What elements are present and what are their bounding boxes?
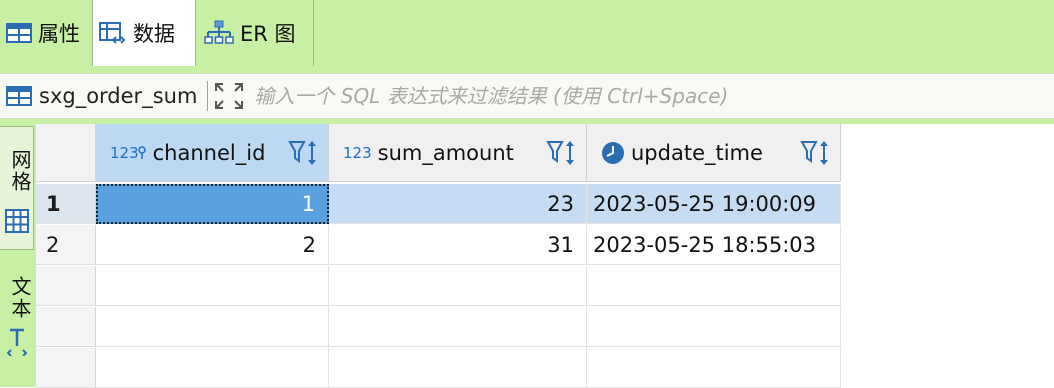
text-view-label: 文本 xyxy=(8,276,32,320)
table-row[interactable]: 2 2 31 2023-05-25 18:55:03 xyxy=(36,225,1054,265)
tab-er-diagram[interactable]: ER 图 xyxy=(198,0,314,66)
numeric-type-label: 123 xyxy=(343,143,372,162)
empty-cell xyxy=(329,348,587,388)
er-diagram-icon xyxy=(204,20,234,44)
cell-sum-amount[interactable]: 31 xyxy=(329,225,587,265)
column-filter-sort-control[interactable] xyxy=(800,139,830,167)
empty-row-number xyxy=(36,348,96,388)
text-format-icon xyxy=(7,328,27,356)
empty-row xyxy=(36,348,1054,388)
tab-data-label: 数据 xyxy=(133,22,175,46)
empty-cell xyxy=(329,266,587,306)
sql-filter-input[interactable] xyxy=(254,84,975,108)
grid-icon xyxy=(5,209,29,233)
results-grid: 123 channel_id 123 sum_amount update_tim… xyxy=(36,124,1054,388)
filter-box: sxg_order_sum xyxy=(0,73,1054,119)
table-row[interactable]: 1 1 23 2023-05-25 19:00:09 xyxy=(36,184,1054,224)
clock-icon-graphic xyxy=(602,141,624,164)
column-name: sum_amount xyxy=(377,140,514,165)
table-name: sxg_order_sum xyxy=(39,84,198,108)
text-view-tab[interactable]: 文本 xyxy=(0,264,34,387)
cell-update-time[interactable]: 2023-05-25 18:55:03 xyxy=(587,225,841,265)
clock-icon xyxy=(601,141,625,165)
view-mode-panel: 网格 文本 xyxy=(0,124,36,387)
empty-cell xyxy=(96,307,329,347)
empty-row-number xyxy=(36,266,96,306)
column-filter-sort-control[interactable] xyxy=(546,139,576,167)
numeric-key-icon: 123 xyxy=(110,144,147,162)
grid-view-tab[interactable]: 网格 xyxy=(0,126,34,250)
editor-tab-bar: 属性 数据 ER 图 xyxy=(0,0,1054,66)
column-name: channel_id xyxy=(152,140,266,165)
column-header-update-time[interactable]: update_time xyxy=(587,124,841,182)
cell-sum-amount[interactable]: 23 xyxy=(329,184,587,224)
empty-cell xyxy=(96,266,329,306)
row-number[interactable]: 1 xyxy=(36,184,96,224)
tab-properties[interactable]: 属性 xyxy=(0,0,91,66)
cell-update-time[interactable]: 2023-05-25 19:00:09 xyxy=(587,184,841,224)
empty-cell xyxy=(587,307,841,347)
empty-row xyxy=(36,307,1054,347)
data-grid-icon xyxy=(99,22,126,44)
numeric-type-icon: 123 xyxy=(343,144,372,162)
empty-cell xyxy=(96,348,329,388)
grid-view-label: 网格 xyxy=(8,149,32,193)
table-icon xyxy=(6,86,32,106)
filter-toolbar: sxg_order_sum xyxy=(0,66,1054,124)
tab-er-diagram-label: ER 图 xyxy=(240,22,296,46)
key-icon xyxy=(137,145,146,159)
empty-cell xyxy=(587,266,841,306)
table-selector[interactable]: sxg_order_sum xyxy=(0,84,197,108)
row-number[interactable]: 2 xyxy=(36,225,96,265)
column-filter-sort-control[interactable] xyxy=(288,139,318,167)
row-number-header[interactable] xyxy=(36,124,96,182)
tab-data[interactable]: 数据 xyxy=(92,0,196,66)
numeric-type-label: 123 xyxy=(110,143,139,162)
filter-sort-icon xyxy=(288,140,316,165)
empty-row-number xyxy=(36,307,96,347)
column-header-sum-amount[interactable]: 123 sum_amount xyxy=(329,124,587,182)
column-name: update_time xyxy=(631,140,763,165)
filter-sort-icon xyxy=(546,140,574,165)
toolbar-divider xyxy=(207,81,209,111)
cell-channel-id[interactable]: 1 xyxy=(96,184,329,224)
expand-icon[interactable] xyxy=(214,82,244,110)
empty-cell xyxy=(329,307,587,347)
empty-cell xyxy=(587,348,841,388)
empty-row xyxy=(36,266,1054,306)
cell-channel-id[interactable]: 2 xyxy=(96,225,329,265)
filter-sort-icon xyxy=(800,140,828,165)
tab-properties-label: 属性 xyxy=(38,22,80,46)
table-icon xyxy=(6,23,32,43)
column-header-channel-id[interactable]: 123 channel_id xyxy=(96,124,329,182)
